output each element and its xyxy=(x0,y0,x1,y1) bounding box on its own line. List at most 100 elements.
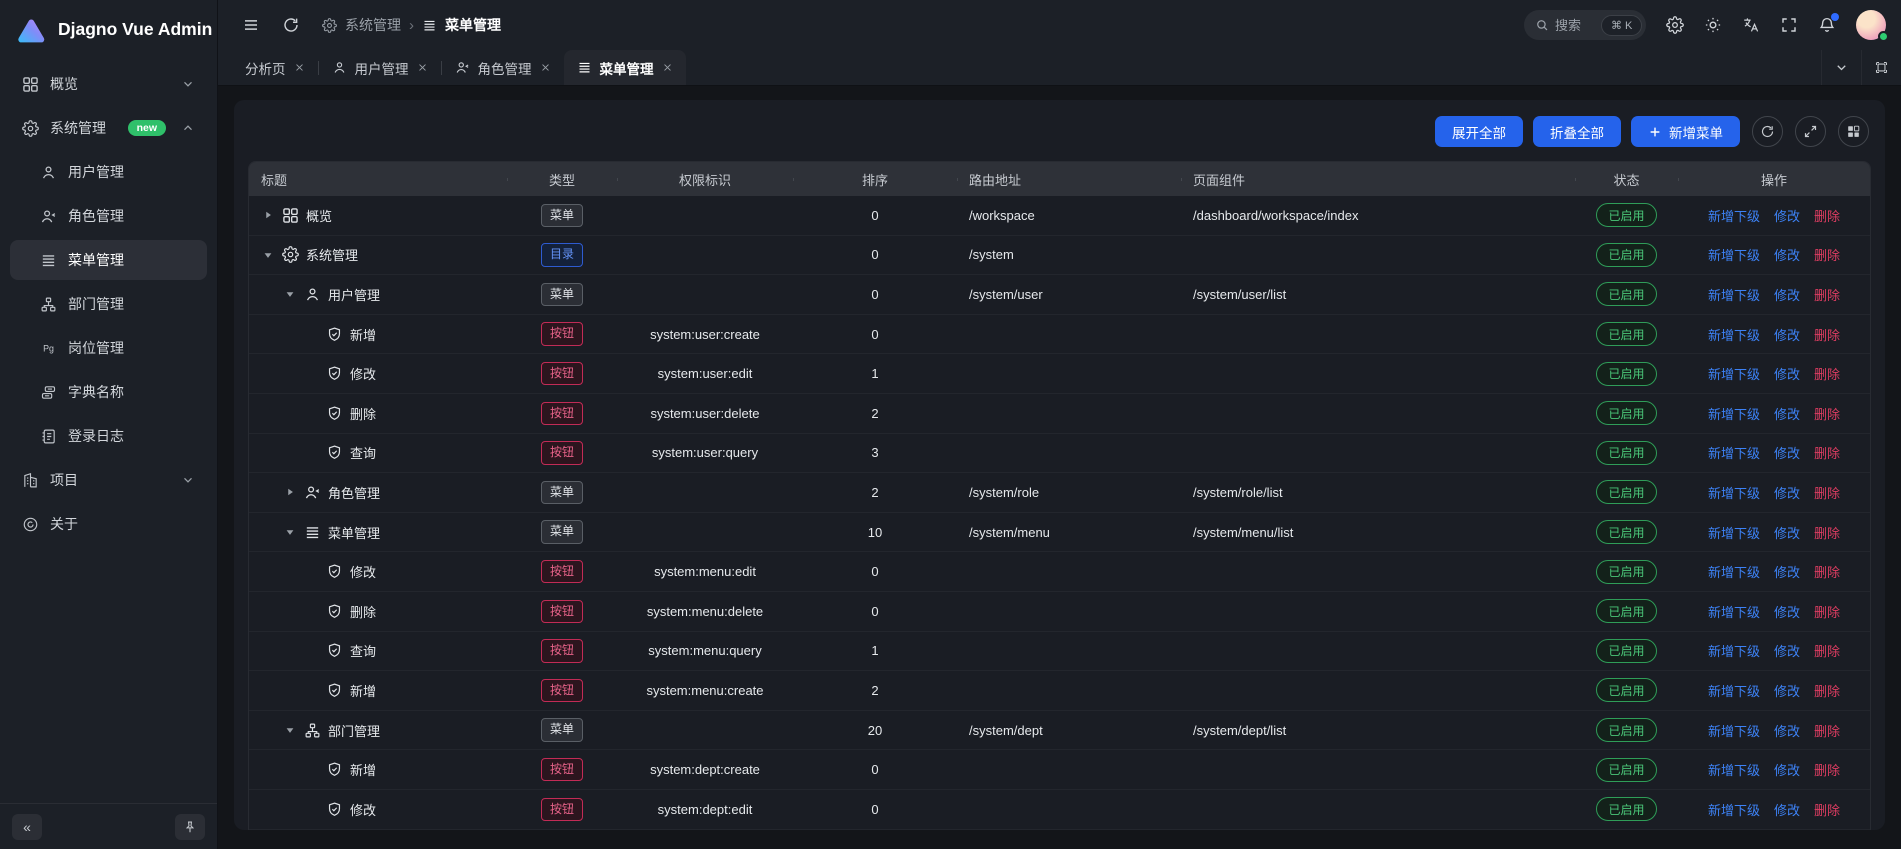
caret-down-icon[interactable] xyxy=(283,287,297,301)
sidebar-item-project[interactable]: 项目 xyxy=(10,460,207,500)
action-add-child[interactable]: 新增下级 xyxy=(1708,721,1760,740)
language-translate-icon[interactable] xyxy=(1742,16,1760,34)
action-edit[interactable]: 修改 xyxy=(1774,721,1800,740)
action-delete[interactable]: 删除 xyxy=(1814,245,1840,264)
app-logo[interactable]: Djagno Vue Admin xyxy=(0,0,217,58)
close-icon[interactable] xyxy=(294,62,305,73)
tab-2[interactable]: 用户管理 xyxy=(319,50,441,85)
action-add-child[interactable]: 新增下级 xyxy=(1708,562,1760,581)
sidebar-item-about[interactable]: 关于 xyxy=(10,504,207,544)
action-delete[interactable]: 删除 xyxy=(1814,206,1840,225)
tab-3[interactable]: 角色管理 xyxy=(442,50,564,85)
close-icon[interactable] xyxy=(540,62,551,73)
action-add-child[interactable]: 新增下级 xyxy=(1708,245,1760,264)
action-edit[interactable]: 修改 xyxy=(1774,602,1800,621)
sidebar-item-log[interactable]: 登录日志 xyxy=(10,416,207,456)
action-add-child[interactable]: 新增下级 xyxy=(1708,483,1760,502)
column-header-order[interactable]: 排序 xyxy=(793,170,957,189)
action-delete[interactable]: 删除 xyxy=(1814,364,1840,383)
table-fullscreen-button[interactable] xyxy=(1795,116,1826,147)
sidebar-item-menu[interactable]: 菜单管理 xyxy=(10,240,207,280)
column-header-actions[interactable]: 操作 xyxy=(1678,170,1870,189)
action-delete[interactable]: 删除 xyxy=(1814,404,1840,423)
avatar[interactable] xyxy=(1856,10,1886,40)
action-add-child[interactable]: 新增下级 xyxy=(1708,285,1760,304)
add-menu-button[interactable]: 新增菜单 xyxy=(1631,116,1740,147)
column-header-component[interactable]: 页面组件 xyxy=(1181,170,1575,189)
theme-sun-icon[interactable] xyxy=(1704,16,1722,34)
sidebar-item-dict[interactable]: 字典名称 xyxy=(10,372,207,412)
close-icon[interactable] xyxy=(417,62,428,73)
column-header-route[interactable]: 路由地址 xyxy=(957,170,1181,189)
expand-all-button[interactable]: 展开全部 xyxy=(1435,116,1523,147)
action-edit[interactable]: 修改 xyxy=(1774,325,1800,344)
action-edit[interactable]: 修改 xyxy=(1774,443,1800,462)
caret-down-icon[interactable] xyxy=(283,525,297,539)
caret-right-icon[interactable] xyxy=(261,208,275,222)
action-delete[interactable]: 删除 xyxy=(1814,562,1840,581)
sidebar-item-gear[interactable]: 系统管理 new xyxy=(10,108,207,148)
action-delete[interactable]: 删除 xyxy=(1814,800,1840,819)
action-delete[interactable]: 删除 xyxy=(1814,523,1840,542)
action-edit[interactable]: 修改 xyxy=(1774,206,1800,225)
column-settings-button[interactable] xyxy=(1838,116,1869,147)
action-edit[interactable]: 修改 xyxy=(1774,681,1800,700)
column-header-title[interactable]: 标题 xyxy=(249,170,507,189)
action-delete[interactable]: 删除 xyxy=(1814,641,1840,660)
action-add-child[interactable]: 新增下级 xyxy=(1708,404,1760,423)
refresh-table-button[interactable] xyxy=(1752,116,1783,147)
action-delete[interactable]: 删除 xyxy=(1814,721,1840,740)
sidebar-item-user[interactable]: 用户管理 xyxy=(10,152,207,192)
action-edit[interactable]: 修改 xyxy=(1774,562,1800,581)
column-header-type[interactable]: 类型 xyxy=(507,170,617,189)
sidebar-item-dept[interactable]: 部门管理 xyxy=(10,284,207,324)
search-input[interactable] xyxy=(1555,18,1595,33)
action-add-child[interactable]: 新增下级 xyxy=(1708,364,1760,383)
caret-down-icon[interactable] xyxy=(261,248,275,262)
action-edit[interactable]: 修改 xyxy=(1774,523,1800,542)
column-header-status[interactable]: 状态 xyxy=(1575,170,1678,189)
action-edit[interactable]: 修改 xyxy=(1774,364,1800,383)
tabs-dropdown-button[interactable] xyxy=(1821,50,1861,85)
settings-gear-icon[interactable] xyxy=(1666,16,1684,34)
content-maximize-button[interactable] xyxy=(1861,50,1901,85)
action-delete[interactable]: 删除 xyxy=(1814,285,1840,304)
action-delete[interactable]: 删除 xyxy=(1814,681,1840,700)
sidebar-collapse-button[interactable]: « xyxy=(12,814,42,840)
action-edit[interactable]: 修改 xyxy=(1774,404,1800,423)
action-edit[interactable]: 修改 xyxy=(1774,760,1800,779)
action-edit[interactable]: 修改 xyxy=(1774,245,1800,264)
column-header-permission[interactable]: 权限标识 xyxy=(617,170,793,189)
caret-right-icon[interactable] xyxy=(283,485,297,499)
fullscreen-icon[interactable] xyxy=(1780,16,1798,34)
sidebar-item-pg[interactable]: Pg 岗位管理 xyxy=(10,328,207,368)
collapse-all-button[interactable]: 折叠全部 xyxy=(1533,116,1621,147)
action-edit[interactable]: 修改 xyxy=(1774,641,1800,660)
action-edit[interactable]: 修改 xyxy=(1774,285,1800,304)
sidebar-item-role[interactable]: 角色管理 xyxy=(10,196,207,236)
breadcrumb-item[interactable]: 系统管理 xyxy=(345,15,401,35)
action-add-child[interactable]: 新增下级 xyxy=(1708,325,1760,344)
tab-1[interactable]: 分析页 xyxy=(232,50,318,85)
action-add-child[interactable]: 新增下级 xyxy=(1708,206,1760,225)
notifications-button[interactable] xyxy=(1818,16,1836,34)
action-delete[interactable]: 删除 xyxy=(1814,602,1840,621)
close-icon[interactable] xyxy=(662,62,673,73)
search-box[interactable]: ⌘ K xyxy=(1524,10,1646,40)
action-add-child[interactable]: 新增下级 xyxy=(1708,641,1760,660)
action-add-child[interactable]: 新增下级 xyxy=(1708,523,1760,542)
action-delete[interactable]: 删除 xyxy=(1814,325,1840,344)
action-edit[interactable]: 修改 xyxy=(1774,483,1800,502)
action-add-child[interactable]: 新增下级 xyxy=(1708,800,1760,819)
action-add-child[interactable]: 新增下级 xyxy=(1708,443,1760,462)
caret-down-icon[interactable] xyxy=(283,723,297,737)
action-delete[interactable]: 删除 xyxy=(1814,483,1840,502)
action-add-child[interactable]: 新增下级 xyxy=(1708,602,1760,621)
action-add-child[interactable]: 新增下级 xyxy=(1708,760,1760,779)
action-add-child[interactable]: 新增下级 xyxy=(1708,681,1760,700)
action-delete[interactable]: 删除 xyxy=(1814,760,1840,779)
refresh-page-icon[interactable] xyxy=(282,16,300,34)
action-edit[interactable]: 修改 xyxy=(1774,800,1800,819)
action-delete[interactable]: 删除 xyxy=(1814,443,1840,462)
hamburger-icon[interactable] xyxy=(242,16,260,34)
